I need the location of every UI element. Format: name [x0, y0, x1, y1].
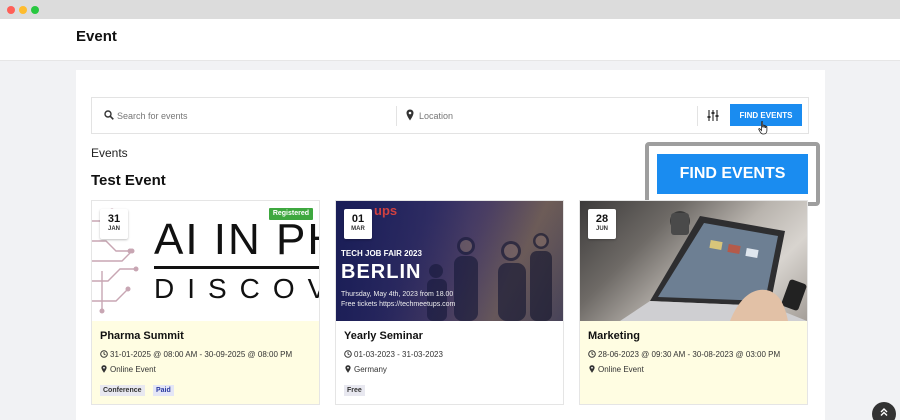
page-header: Event: [0, 19, 900, 61]
date-badge: 31 JAN: [100, 209, 128, 239]
search-divider: [396, 106, 397, 126]
date-day: 31: [107, 213, 121, 225]
event-tag-free[interactable]: Free: [344, 385, 365, 396]
event-image[interactable]: 28 JUN: [580, 201, 807, 321]
event-location: Germany: [344, 365, 387, 374]
image-logo-text: ups: [374, 203, 398, 218]
date-month: JUN: [595, 226, 608, 232]
event-tag-paid[interactable]: Paid: [153, 385, 174, 396]
map-pin-icon: [589, 365, 595, 373]
date-month: MAR: [351, 226, 365, 232]
event-dates-text: 28-06-2023 @ 09:30 AM - 30-08-2023 @ 03:…: [598, 350, 781, 359]
close-window-dot[interactable]: [7, 6, 15, 14]
image-info-text: Thursday, May 4th, 2023 from 18.00 Free …: [341, 290, 455, 310]
event-tag-conference[interactable]: Conference: [100, 385, 145, 396]
event-dates: 31-01-2025 @ 08:00 AM - 30-09-2025 @ 08:…: [100, 350, 292, 359]
event-image[interactable]: ups TECH JOB FAIR 2023 BERLIN Thursday, …: [336, 201, 563, 321]
event-card-pharma-summit[interactable]: AI IN PHA DISCOV 31 JAN Registered Pharm…: [91, 200, 320, 405]
map-pin-icon: [406, 109, 414, 121]
event-title[interactable]: Marketing: [588, 330, 640, 342]
double-chevron-up-icon: [880, 408, 888, 416]
image-headline-text: AI IN PHA: [154, 215, 319, 264]
date-badge: 28 JUN: [588, 209, 616, 239]
search-icon: [104, 110, 114, 120]
date-day: 01: [351, 213, 365, 225]
event-card-yearly-seminar[interactable]: ups TECH JOB FAIR 2023 BERLIN Thursday, …: [335, 200, 564, 405]
event-card-body: Pharma Summit 31-01-2025 @ 08:00 AM - 30…: [92, 321, 319, 404]
registered-badge: Registered: [268, 208, 313, 220]
event-dates-text: 01-03-2023 - 31-03-2023: [354, 350, 443, 359]
event-location-text: Online Event: [598, 365, 644, 374]
image-fair-title: TECH JOB FAIR 2023: [341, 249, 422, 258]
window-titlebar: [0, 0, 900, 19]
event-location: Online Event: [588, 365, 644, 374]
event-location-text: Online Event: [110, 365, 156, 374]
image-rule: [154, 266, 319, 269]
back-to-top-button[interactable]: [872, 402, 896, 420]
event-location: Online Event: [100, 365, 156, 374]
filter-divider: [697, 106, 698, 126]
event-search-bar: FIND EVENTS: [91, 97, 809, 134]
clock-icon: [588, 350, 596, 358]
event-category-heading: Test Event: [91, 172, 166, 189]
event-image[interactable]: AI IN PHA DISCOV 31 JAN Registered: [92, 201, 319, 321]
event-card-body: Marketing 28-06-2023 @ 09:30 AM - 30-08-…: [580, 321, 807, 404]
location-input[interactable]: [419, 107, 679, 125]
event-dates: 28-06-2023 @ 09:30 AM - 30-08-2023 @ 03:…: [588, 350, 780, 359]
map-pin-icon: [345, 365, 351, 373]
clock-icon: [344, 350, 352, 358]
date-month: JAN: [107, 226, 120, 232]
image-info-line-2: Free tickets https://techmeetups.com: [341, 301, 456, 308]
event-card-marketing[interactable]: 28 JUN Marketing 28-06-2023 @ 09:30 AM -…: [579, 200, 808, 405]
image-city-title: BERLIN: [341, 261, 422, 283]
clock-icon: [100, 350, 108, 358]
date-badge: 01 MAR: [344, 209, 372, 239]
page-title: Event: [76, 28, 117, 45]
minimize-window-dot[interactable]: [19, 6, 27, 14]
event-location-text: Germany: [354, 365, 387, 374]
filter-sliders-icon[interactable]: [707, 110, 719, 121]
hand-pointer-cursor-icon: [758, 121, 768, 135]
image-subline-text: DISCOV: [154, 273, 319, 304]
event-dates-text: 31-01-2025 @ 08:00 AM - 30-09-2025 @ 08:…: [110, 350, 293, 359]
image-info-line-1: Thursday, May 4th, 2023 from 18.00: [341, 291, 454, 298]
find-events-button-zoomed[interactable]: FIND EVENTS: [657, 154, 808, 194]
map-pin-icon: [101, 365, 107, 373]
event-card-body: Yearly Seminar 01-03-2023 - 31-03-2023 G…: [336, 321, 563, 404]
zoomed-find-events-callout: FIND EVENTS: [645, 142, 820, 206]
search-input[interactable]: [117, 107, 387, 125]
event-title[interactable]: Yearly Seminar: [344, 330, 423, 342]
event-title[interactable]: Pharma Summit: [100, 330, 184, 342]
event-dates: 01-03-2023 - 31-03-2023: [344, 350, 443, 359]
events-section-label: Events: [91, 146, 128, 160]
date-day: 28: [595, 213, 609, 225]
maximize-window-dot[interactable]: [31, 6, 39, 14]
